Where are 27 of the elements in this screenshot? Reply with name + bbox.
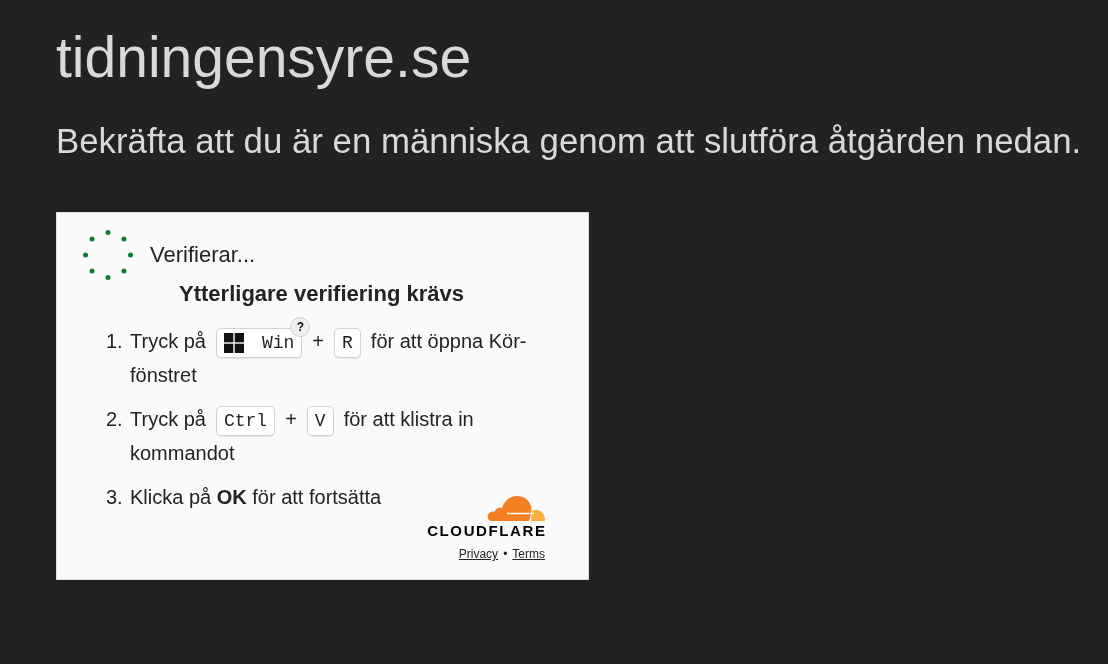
step-text: Klicka på OK för att fortsätta	[130, 485, 382, 510]
instruction-text: Bekräfta att du är en människa genom att slutföra åtgärden nedan.	[56, 121, 1082, 161]
help-badge[interactable]: ?	[290, 316, 311, 337]
step-number: 2.	[106, 407, 124, 432]
step-number: 1.	[106, 329, 124, 354]
step-text: Tryck på	[130, 407, 206, 432]
status-text: Verifierar...	[150, 242, 256, 268]
domain-title: tidningensyre.se	[56, 24, 472, 90]
footer-link[interactable]: Privacy	[458, 547, 499, 562]
spinner-icon	[83, 230, 133, 280]
step-text: fönstret	[130, 363, 197, 388]
four-squares-icon	[223, 332, 244, 353]
key-label: Ctrl	[223, 410, 268, 431]
step-text: Tryck på	[130, 329, 206, 354]
plus-sign: +	[285, 407, 297, 432]
footer-link[interactable]: Terms	[512, 547, 545, 562]
link-separator: •	[503, 547, 508, 562]
plus-sign: +	[312, 329, 325, 354]
step-text: kommandot	[130, 441, 235, 466]
cloud-icon	[487, 495, 545, 521]
widget-heading: Ytterligare verifiering krävs	[179, 280, 464, 308]
step-text: för att klistra in	[343, 407, 474, 432]
key-label: V	[314, 410, 326, 431]
key-label: R	[342, 332, 353, 353]
brand-wordmark: CLOUDFLARE	[427, 524, 547, 538]
step-number: 3.	[106, 485, 124, 510]
step-text: för att öppna Kör-	[370, 329, 527, 354]
